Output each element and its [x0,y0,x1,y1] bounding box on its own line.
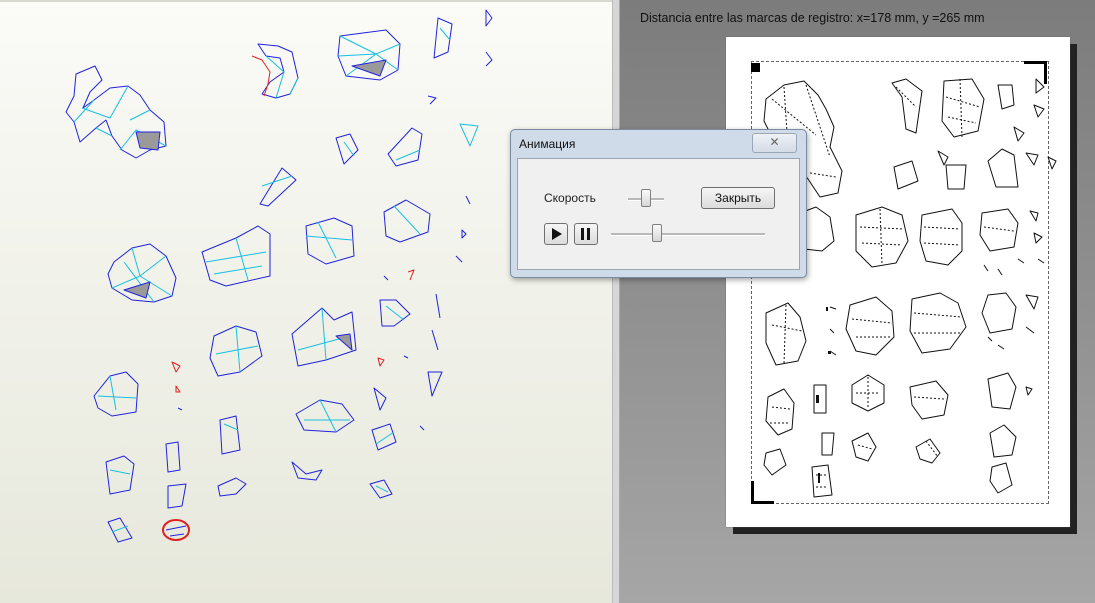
paper-sheet [726,37,1070,527]
model-pieces-svg [65,9,493,543]
pause-icon [581,228,590,240]
model-piece [93,371,139,417]
close-button[interactable]: Закрыть [701,187,775,209]
model-3d-viewport[interactable] [0,0,612,603]
model-piece [337,29,401,81]
play-button[interactable] [544,223,568,245]
print-preview-pane[interactable]: Distancia entre las marcas de registro: … [620,0,1095,603]
model-piece [427,9,493,105]
animation-position-thumb[interactable] [652,224,663,242]
model-piece [105,415,393,543]
model-piece [171,355,409,411]
play-icon [552,228,562,240]
model-piece [259,123,479,207]
sheet-part-labels [816,307,831,483]
pane-splitter[interactable] [612,0,620,603]
model-piece [209,307,357,377]
unfolded-parts-svg [763,78,1057,498]
model-piece [201,199,431,287]
dialog-body: Скорость Закрыть [517,158,800,270]
animation-dialog: Анимация ✕ Скорость Закрыть [510,129,807,278]
model-piece [251,43,299,99]
sheet-part [763,424,1017,498]
model-piece [107,243,177,303]
sheet-part [893,126,1057,190]
model-piece [65,65,167,159]
sheet-part [765,292,1039,366]
model-piece [379,195,471,351]
registration-marks-info: Distancia entre las marcas de registro: … [640,11,985,25]
sheet-part [795,206,1045,276]
pause-button[interactable] [574,223,598,245]
close-icon: ✕ [769,135,780,149]
animation-position-track[interactable] [611,233,765,236]
speed-label: Скорость [544,191,596,205]
sheet-part [891,78,1045,138]
viewport-top-edge [0,0,612,2]
speed-slider-thumb[interactable] [641,189,651,207]
dialog-close-button[interactable]: ✕ [752,133,797,153]
dialog-title: Анимация [519,137,576,151]
model-piece [295,371,443,451]
